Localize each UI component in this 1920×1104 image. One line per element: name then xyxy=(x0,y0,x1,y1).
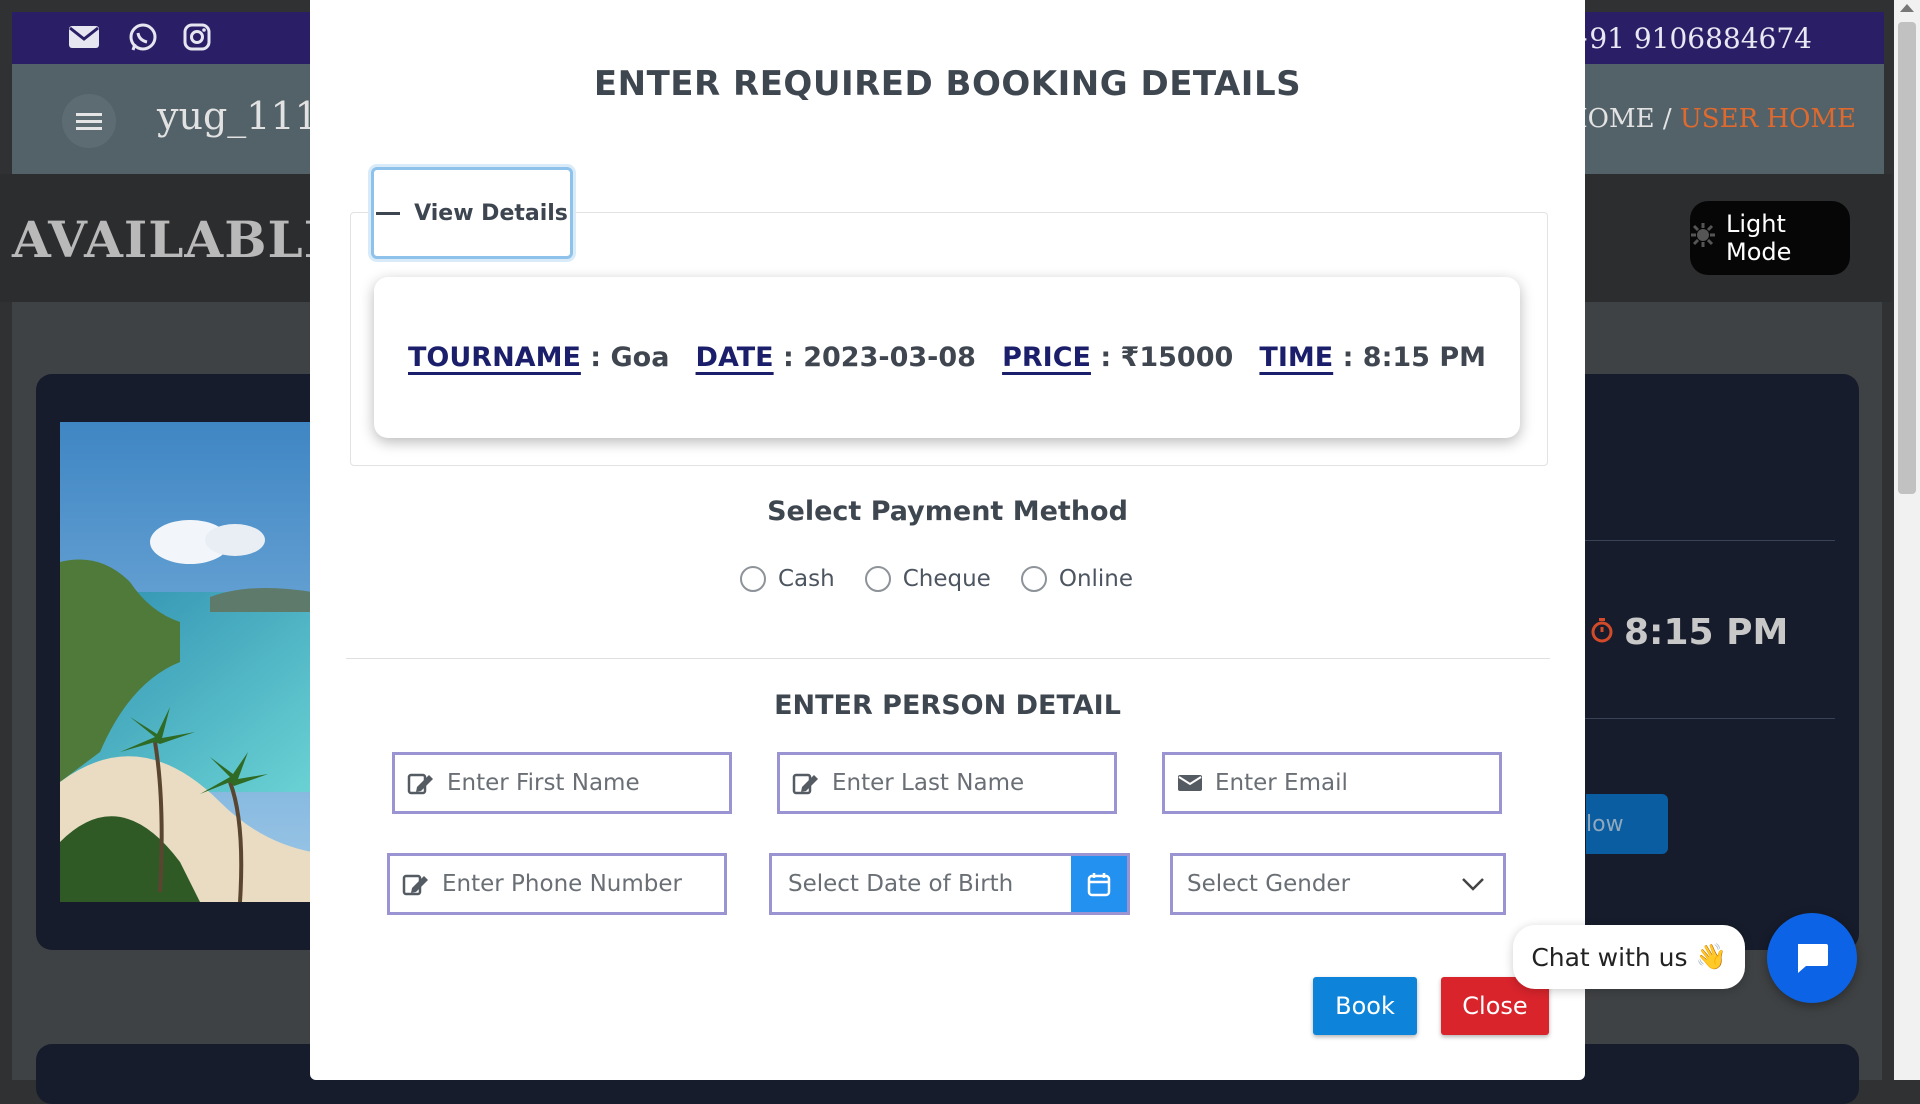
radio-cheque[interactable] xyxy=(864,566,891,592)
instagram-icon[interactable] xyxy=(182,22,216,54)
chat-icon xyxy=(1798,944,1828,973)
dob-field xyxy=(769,853,1130,915)
sun-icon xyxy=(1690,222,1716,254)
tourname-value: : Goa xyxy=(580,342,670,373)
book-button[interactable]: Book xyxy=(1313,977,1417,1035)
card-time-text: 8:15 PM xyxy=(1624,612,1789,653)
payment-option-online[interactable]: Online xyxy=(1020,566,1134,592)
edit-icon xyxy=(402,871,430,897)
edit-icon xyxy=(407,770,435,796)
section-divider xyxy=(346,658,1550,659)
tourname-item: TOURNAME : Goa xyxy=(408,342,669,373)
email-input[interactable] xyxy=(1213,769,1510,797)
stopwatch-icon xyxy=(1590,612,1614,653)
scrollbar-thumb[interactable] xyxy=(1898,22,1916,494)
last-name-field xyxy=(777,752,1127,814)
tour-image xyxy=(60,422,312,902)
payment-option-label: Online xyxy=(1058,566,1134,592)
calendar-icon xyxy=(1087,873,1111,897)
gender-select[interactable]: Select Gender xyxy=(1170,853,1506,915)
person-detail-title: ENTER PERSON DETAIL xyxy=(774,690,1121,721)
envelope-icon xyxy=(1177,770,1203,796)
payment-options: Cash Cheque Online xyxy=(740,566,1133,592)
payment-option-cash[interactable]: Cash xyxy=(740,566,835,592)
chevron-down-icon xyxy=(1461,871,1485,897)
first-name-input[interactable] xyxy=(445,769,742,797)
whatsapp-icon[interactable] xyxy=(127,22,161,54)
calendar-button[interactable] xyxy=(1071,856,1127,912)
date-label: DATE xyxy=(695,342,774,373)
payment-method-title: Select Payment Method xyxy=(767,496,1128,527)
breadcrumb: HOME / USER HOME xyxy=(1565,104,1856,134)
price-label: PRICE xyxy=(1002,342,1091,373)
chat-label: Chat with us xyxy=(1531,942,1688,972)
payment-option-label: Cash xyxy=(778,566,835,592)
view-details-button[interactable]: View Details xyxy=(371,167,573,259)
time-label: TIME xyxy=(1259,342,1334,373)
minus-icon xyxy=(376,211,401,215)
envelope-icon[interactable] xyxy=(67,22,101,54)
booking-summary-card: TOURNAME : Goa DATE : 2023-03-08 PRICE :… xyxy=(374,277,1520,438)
breadcrumb-user-home[interactable]: USER HOME xyxy=(1680,104,1856,134)
payment-option-label: Cheque xyxy=(902,566,991,592)
first-name-field xyxy=(392,752,742,814)
book-now-label: low xyxy=(1586,811,1624,837)
payment-option-cheque[interactable]: Cheque xyxy=(864,566,991,592)
light-mode-toggle[interactable]: Light Mode xyxy=(1690,201,1850,275)
menu-button[interactable] xyxy=(62,94,116,148)
price-item: PRICE : ₹15000 xyxy=(1002,342,1233,373)
radio-cash[interactable] xyxy=(740,566,766,592)
card-time: 8:15 PM xyxy=(1590,612,1788,653)
gender-select-value: Select Gender xyxy=(1187,871,1351,897)
phone-field xyxy=(387,853,737,915)
hamburger-icon xyxy=(76,113,102,130)
breadcrumb-separator: / xyxy=(1654,104,1680,134)
time-item: TIME : 8:15 PM xyxy=(1259,342,1486,373)
waving-hand-icon: 👋 xyxy=(1695,942,1727,971)
price-value: : ₹15000 xyxy=(1090,342,1234,373)
email-field xyxy=(1162,752,1510,814)
card-divider xyxy=(1585,540,1835,541)
chat-bubble[interactable]: Chat with us 👋 xyxy=(1513,925,1745,989)
book-now-button[interactable]: low xyxy=(1586,794,1668,854)
view-details-label: View Details xyxy=(414,200,568,226)
phone-input[interactable] xyxy=(440,870,737,898)
light-mode-label: Light Mode xyxy=(1726,210,1792,266)
modal-title: ENTER REQUIRED BOOKING DETAILS xyxy=(593,64,1302,104)
tourname-label: TOURNAME xyxy=(408,342,581,373)
card-divider xyxy=(1585,718,1835,719)
scroll-up-arrow-icon[interactable] xyxy=(1900,4,1914,12)
last-name-input[interactable] xyxy=(830,769,1127,797)
radio-online[interactable] xyxy=(1020,566,1047,592)
edit-icon xyxy=(792,770,820,796)
date-item: DATE : 2023-03-08 xyxy=(696,342,976,373)
date-value: : 2023-03-08 xyxy=(773,342,976,373)
chat-button[interactable] xyxy=(1767,913,1857,1003)
phone-text: +91 9106884674 xyxy=(1565,22,1812,55)
time-value: : 8:15 PM xyxy=(1333,342,1486,373)
booking-modal: ENTER REQUIRED BOOKING DETAILS View Deta… xyxy=(310,0,1585,1080)
